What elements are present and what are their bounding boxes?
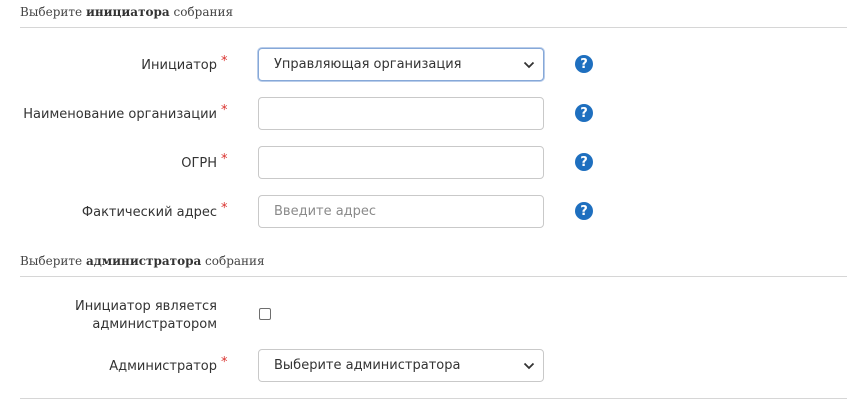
required-asterisk: * xyxy=(221,54,228,69)
chevron-down-icon xyxy=(523,362,535,370)
administrator-select-value: Выберите администратора xyxy=(274,358,461,373)
section-title-suffix: собрания xyxy=(169,5,234,19)
administrator-select[interactable]: Выберите администратора xyxy=(258,349,544,382)
required-asterisk: * xyxy=(221,201,228,216)
required-asterisk: * xyxy=(221,152,228,167)
ogrn-input[interactable] xyxy=(258,146,544,179)
section-title-bold: инициатора xyxy=(85,5,170,19)
address-input[interactable]: Введите адрес xyxy=(258,195,544,228)
divider xyxy=(20,398,847,399)
initiator-label: Инициатор xyxy=(141,58,217,73)
chevron-down-icon xyxy=(523,61,535,69)
initiator-is-admin-checkbox[interactable] xyxy=(259,308,271,320)
initiator-select-value: Управляющая организация xyxy=(274,57,462,72)
ogrn-label: ОГРН xyxy=(181,156,217,171)
section-title-initiator: Выберите инициатора собрания xyxy=(20,5,233,19)
org-name-label: Наименование организации xyxy=(23,107,217,122)
section-title-bold: администратора xyxy=(85,254,202,268)
divider xyxy=(20,276,847,277)
administrator-label: Администратор xyxy=(109,359,217,374)
help-icon[interactable]: ? xyxy=(575,153,593,171)
required-asterisk: * xyxy=(221,355,228,370)
help-icon[interactable]: ? xyxy=(575,104,593,122)
address-label: Фактический адрес xyxy=(81,205,217,220)
initiator-select[interactable]: Управляющая организация xyxy=(258,48,544,81)
help-icon[interactable]: ? xyxy=(575,55,593,73)
help-icon[interactable]: ? xyxy=(575,202,593,220)
section-title-prefix: Выберите xyxy=(20,5,86,19)
required-asterisk: * xyxy=(221,103,228,118)
section-title-suffix: собрания xyxy=(201,254,265,268)
address-placeholder: Введите адрес xyxy=(274,204,377,219)
section-title-prefix: Выберите xyxy=(20,254,86,268)
section-title-admin: Выберите администратора собрания xyxy=(20,254,265,268)
initiator-is-admin-label: Инициатор является администратором xyxy=(75,299,217,332)
divider xyxy=(20,27,847,28)
org-name-input[interactable] xyxy=(258,97,544,130)
